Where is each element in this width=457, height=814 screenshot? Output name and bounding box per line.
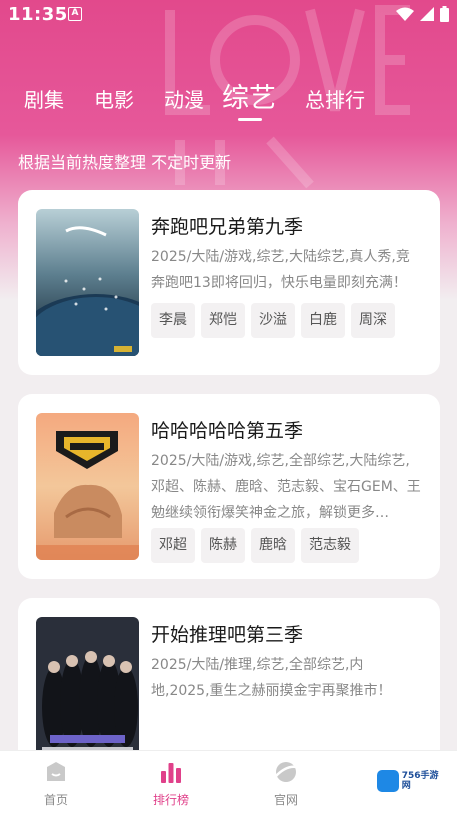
status-bar: 11:35 A: [0, 0, 457, 30]
cast-tag[interactable]: 周深: [351, 303, 395, 338]
tab-series[interactable]: 剧集: [24, 84, 64, 113]
app-notification-icon: A: [68, 7, 82, 21]
tab-anime[interactable]: 动漫: [164, 84, 204, 113]
wifi-icon: [396, 7, 414, 21]
poster-image: [36, 209, 139, 356]
tab-variety[interactable]: 综艺: [222, 76, 276, 115]
show-title: 哈哈哈哈哈第五季: [151, 420, 304, 442]
nav-ranking[interactable]: 排行榜: [131, 759, 211, 808]
site-logo-text: 756手游网: [401, 771, 439, 791]
nav-website[interactable]: 官网: [246, 759, 326, 808]
show-title: 开始推理吧第三季: [151, 624, 304, 646]
nav-label: 首页: [43, 793, 68, 807]
site-watermark-logo: 756手游网: [377, 769, 447, 793]
poster-image: [36, 617, 139, 764]
show-card[interactable]: 开始推理吧第三季 2025/大陆/推理,综艺,全部综艺,内地,2025,重生之赫…: [18, 598, 440, 768]
cast-tags: 邓超 陈赫 鹿晗 范志毅: [151, 528, 359, 563]
cast-tags: 李晨 郑恺 沙溢 白鹿 周深: [151, 303, 395, 338]
nav-label: 排行榜: [152, 793, 189, 807]
battery-icon: [440, 6, 449, 22]
cast-tag[interactable]: 李晨: [151, 303, 195, 338]
tab-movies[interactable]: 电影: [94, 84, 134, 113]
show-title: 奔跑吧兄弟第九季: [151, 216, 304, 238]
cast-tag[interactable]: 郑恺: [201, 303, 245, 338]
cast-tag[interactable]: 白鹿: [301, 303, 345, 338]
show-description: 2025/大陆/推理,综艺,全部综艺,内地,2025,重生之赫丽摸金宇再聚推市！: [151, 657, 392, 699]
show-card[interactable]: 奔跑吧兄弟第九季 2025/大陆/游戏,综艺,大陆综艺,真人秀,竞奔跑吧13即将…: [18, 190, 440, 375]
nav-label: 官网: [273, 793, 298, 807]
category-tabs: 剧集 电影 动漫 综艺 总排行: [0, 72, 457, 132]
cast-tag[interactable]: 范志毅: [301, 528, 359, 563]
active-tab-indicator: [238, 118, 262, 121]
cast-tag[interactable]: 陈赫: [201, 528, 245, 563]
show-description: 2025/大陆/游戏,综艺,全部综艺,大陆综艺,邓超、陈赫、鹿晗、范志毅、宝石G…: [151, 453, 421, 521]
cast-tag[interactable]: 沙溢: [251, 303, 295, 338]
nav-home[interactable]: 首页: [16, 759, 96, 808]
website-icon: [274, 762, 298, 782]
tab-overall-ranking[interactable]: 总排行: [305, 84, 365, 113]
status-icons: [396, 6, 449, 22]
site-logo-icon: [377, 770, 399, 792]
home-icon: [47, 762, 65, 781]
ranking-subtitle: 根据当前热度整理 不定时更新: [18, 153, 232, 172]
poster-image: [36, 413, 139, 560]
status-time: 11:35: [8, 4, 68, 25]
signal-icon: [420, 7, 434, 21]
cast-tag[interactable]: 鹿晗: [251, 528, 295, 563]
show-description: 2025/大陆/游戏,综艺,大陆综艺,真人秀,竞奔跑吧13即将回归，快乐电量即刻…: [151, 249, 410, 291]
show-card[interactable]: 哈哈哈哈哈第五季 2025/大陆/游戏,综艺,全部综艺,大陆综艺,邓超、陈赫、鹿…: [18, 394, 440, 579]
cast-tag[interactable]: 邓超: [151, 528, 195, 563]
ranking-icon: [161, 763, 181, 783]
